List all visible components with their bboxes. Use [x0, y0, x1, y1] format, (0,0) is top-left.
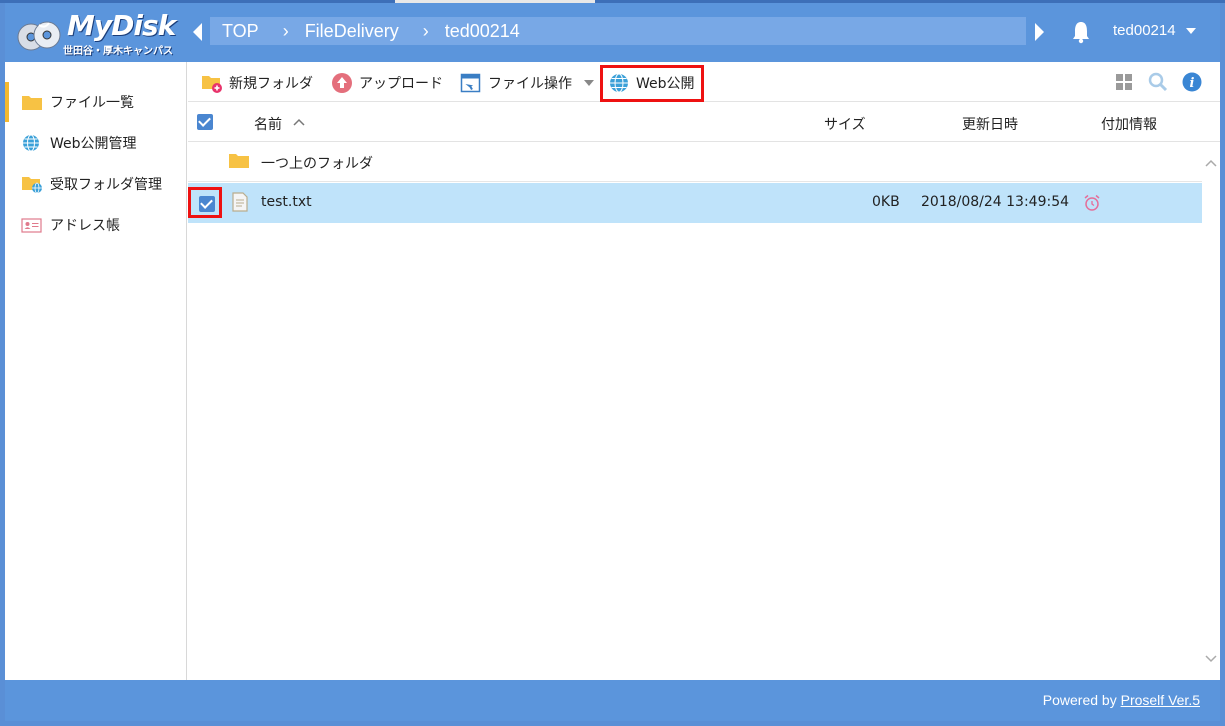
footer-prefix: Powered by	[1042, 692, 1121, 708]
nav-back-icon[interactable]	[191, 21, 203, 43]
sidebar-item-label: アドレス帳	[50, 218, 120, 234]
breadcrumb-top[interactable]: TOP	[222, 21, 259, 42]
row-checkbox-highlight-box	[188, 187, 222, 218]
column-extra-info[interactable]: 付加情報	[1101, 114, 1157, 134]
logo-subtitle: 世田谷・厚木キャンパス	[63, 46, 173, 57]
table-row-parent-folder[interactable]: 一つ上のフォルダ	[188, 142, 1202, 182]
upload-label: アップロード	[359, 76, 443, 92]
toolbar: 新規フォルダ アップロード ファイル操作 Web公開 i	[188, 62, 1220, 102]
column-header: 名前 サイズ 更新日時 付加情報	[188, 103, 1220, 142]
new-folder-icon	[202, 76, 222, 93]
search-icon[interactable]	[1148, 72, 1168, 92]
sidebar-item-label: ファイル一覧	[50, 95, 134, 111]
dropdown-caret-icon[interactable]	[584, 80, 594, 86]
folder-globe-icon	[22, 177, 42, 193]
globe-icon	[23, 134, 39, 152]
scroll-up-icon[interactable]	[1205, 158, 1217, 168]
file-operations-icon	[460, 73, 481, 93]
user-menu[interactable]: ted00214	[1113, 22, 1196, 39]
sidebar-item-receive-folder[interactable]: 受取フォルダ管理	[5, 164, 187, 204]
alarm-clock-icon[interactable]	[1083, 194, 1101, 212]
select-all-checkbox[interactable]	[197, 114, 213, 130]
web-publish-highlight-box	[600, 65, 704, 102]
file-operations-label: ファイル操作	[488, 76, 572, 92]
grid-view-icon[interactable]	[1115, 73, 1133, 91]
column-name[interactable]: 名前	[254, 114, 282, 134]
disc-logo-icon	[17, 21, 61, 51]
footer: Powered by Proself Ver.5	[5, 680, 1220, 721]
breadcrumb-filedelivery[interactable]: FileDelivery	[305, 21, 399, 42]
chevron-down-icon	[1185, 27, 1196, 34]
sidebar-item-label: 受取フォルダ管理	[50, 177, 162, 193]
info-icon[interactable]: i	[1182, 72, 1202, 92]
user-name: ted00214	[1113, 22, 1176, 39]
file-operations-button[interactable]: ファイル操作	[460, 70, 594, 96]
row-updated: 2018/08/24 13:49:54	[921, 194, 1070, 210]
sidebar-item-web-publish[interactable]: Web公開管理	[5, 123, 187, 163]
new-folder-label: 新規フォルダ	[229, 76, 313, 92]
sidebar-item-label: Web公開管理	[50, 136, 137, 152]
breadcrumb-current[interactable]: ted00214	[445, 21, 520, 42]
svg-text:i: i	[1190, 76, 1195, 91]
text-file-icon	[232, 192, 248, 212]
footer-credit: Powered by Proself Ver.5	[1043, 692, 1200, 708]
proself-link[interactable]: Proself Ver.5	[1121, 692, 1200, 708]
column-updated[interactable]: 更新日時	[962, 114, 1018, 134]
breadcrumb-separator: ›	[422, 20, 429, 41]
row-name: test.txt	[261, 194, 312, 210]
folder-icon	[229, 154, 249, 168]
row-name: 一つ上のフォルダ	[261, 156, 373, 172]
upload-button[interactable]: アップロード	[331, 70, 443, 96]
nav-forward-icon[interactable]	[1034, 21, 1046, 43]
row-size: 0KB	[872, 194, 900, 210]
breadcrumb: TOP › FileDelivery › ted00214	[210, 17, 1026, 45]
folder-icon	[22, 96, 42, 110]
bell-icon[interactable]	[1071, 20, 1091, 44]
logo-title: MyDisk	[67, 9, 176, 42]
sidebar-item-file-list[interactable]: ファイル一覧	[5, 82, 187, 122]
scroll-down-icon[interactable]	[1205, 654, 1217, 664]
breadcrumb-separator: ›	[282, 20, 289, 41]
column-size[interactable]: サイズ	[824, 114, 866, 134]
upload-icon	[332, 73, 352, 93]
address-card-icon	[21, 218, 42, 233]
sidebar: ファイル一覧 Web公開管理 受取フォルダ管理 アドレス帳	[5, 62, 187, 680]
new-folder-button[interactable]: 新規フォルダ	[201, 70, 313, 96]
main-panel: ファイル一覧 Web公開管理 受取フォルダ管理 アドレス帳 新規フォルダ アップ…	[5, 62, 1220, 680]
sort-ascending-icon[interactable]	[292, 117, 306, 127]
mydisk-logo[interactable]: MyDisk 世田谷・厚木キャンパス	[15, 9, 176, 57]
sidebar-item-address-book[interactable]: アドレス帳	[5, 205, 187, 245]
app-header: MyDisk 世田谷・厚木キャンパス TOP › FileDelivery › …	[5, 3, 1220, 62]
table-row[interactable]: test.txt 0KB 2018/08/24 13:49:54	[188, 183, 1202, 223]
